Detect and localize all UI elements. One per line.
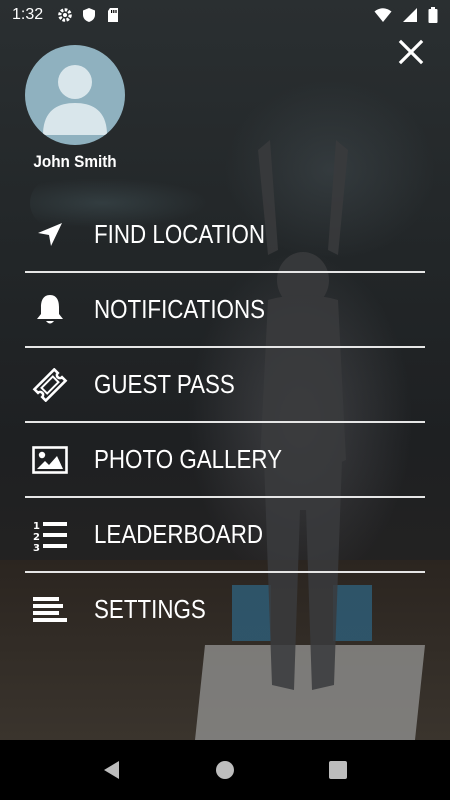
bell-icon xyxy=(25,290,75,330)
person-icon xyxy=(43,65,107,135)
user-name: John Smith xyxy=(33,152,117,171)
signal-icon xyxy=(403,8,417,22)
home-icon[interactable] xyxy=(213,758,237,782)
sd-card-icon xyxy=(108,8,119,22)
side-menu: FIND LOCATION NOTIFICATIONS GUEST PASS P… xyxy=(25,198,425,646)
svg-text:2: 2 xyxy=(33,532,40,543)
location-arrow-icon xyxy=(25,215,75,255)
recents-icon[interactable] xyxy=(326,758,350,782)
menu-item-label: NOTIFICATIONS xyxy=(94,294,266,324)
menu-item-leaderboard[interactable]: 1 2 3 LEADERBOARD xyxy=(25,498,425,573)
avatar[interactable] xyxy=(25,45,125,145)
menu-item-label: LEADERBOARD xyxy=(94,519,263,549)
menu-item-label: PHOTO GALLERY xyxy=(94,444,283,474)
menu-item-guest-pass[interactable]: GUEST PASS xyxy=(25,348,425,423)
lines-icon xyxy=(25,590,75,630)
menu-item-photo-gallery[interactable]: PHOTO GALLERY xyxy=(25,423,425,498)
numbered-list-icon: 1 2 3 xyxy=(25,515,75,555)
wifi-icon xyxy=(374,8,392,22)
navigation-bar xyxy=(0,740,450,800)
battery-icon xyxy=(428,7,438,23)
status-time: 1:32 xyxy=(12,6,44,23)
menu-item-settings[interactable]: SETTINGS xyxy=(25,573,425,646)
menu-item-label: FIND LOCATION xyxy=(94,219,266,249)
close-icon[interactable] xyxy=(395,36,427,68)
svg-text:3: 3 xyxy=(33,543,40,552)
menu-item-find-location[interactable]: FIND LOCATION xyxy=(25,198,425,273)
menu-item-notifications[interactable]: NOTIFICATIONS xyxy=(25,273,425,348)
gear-icon xyxy=(58,8,72,22)
back-icon[interactable] xyxy=(100,758,124,782)
menu-item-label: GUEST PASS xyxy=(94,369,235,399)
menu-item-label: SETTINGS xyxy=(94,594,206,624)
svg-text:1: 1 xyxy=(33,521,40,532)
ticket-icon xyxy=(25,365,75,405)
image-icon xyxy=(25,440,75,480)
shield-icon xyxy=(83,8,96,22)
status-bar: 1:32 xyxy=(0,0,450,30)
